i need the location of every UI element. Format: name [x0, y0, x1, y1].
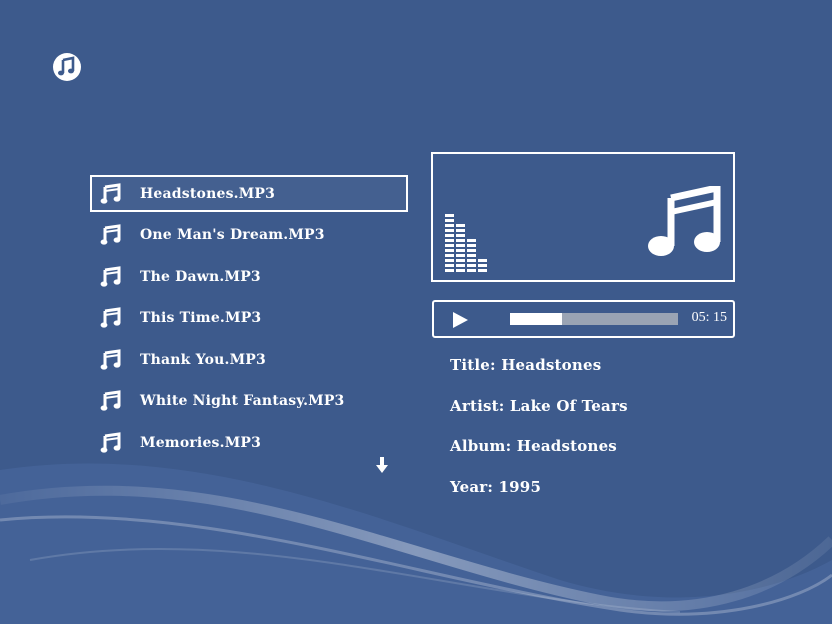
- playlist-item[interactable]: Headstones.MP3: [90, 175, 408, 212]
- player-controls: 05: 15: [432, 300, 735, 338]
- playlist-item[interactable]: One Man's Dream.MP3: [90, 217, 408, 254]
- playlist-item-label: One Man's Dream.MP3: [140, 227, 325, 243]
- track-info: Title: Headstones Artist: Lake Of Tears …: [450, 356, 628, 518]
- playlist-item-label: The Dawn.MP3: [140, 268, 261, 285]
- music-note-icon: [100, 224, 121, 245]
- music-note-icon: [100, 348, 121, 370]
- track-duration: 05: 15: [691, 310, 727, 325]
- playlist-item-label: Thank You.MP3: [140, 351, 266, 368]
- music-note-icon: [100, 265, 121, 287]
- track-year: Year: 1995: [450, 477, 542, 496]
- down-arrow-icon[interactable]: [374, 456, 390, 474]
- music-note-icon: [100, 431, 121, 453]
- music-note-icon: [100, 182, 121, 204]
- playlist-item-label: Memories.MP3: [140, 434, 262, 451]
- playlist-item-label: Headstones.MP3: [140, 185, 276, 202]
- music-note-icon: [100, 390, 121, 411]
- track-album: Album: Headstones: [450, 437, 617, 455]
- music-note-icon: [648, 186, 721, 256]
- track-title: Title: Headstones: [450, 356, 602, 374]
- playlist-item[interactable]: Memories.MP3: [90, 424, 408, 461]
- track-artist: Artist: Lake Of Tears: [450, 396, 628, 415]
- equalizer-icon: [445, 214, 487, 272]
- progress-bar[interactable]: [510, 313, 678, 325]
- playlist-item[interactable]: The Dawn.MP3: [90, 258, 408, 295]
- album-art-panel: [431, 152, 735, 282]
- playlist-item[interactable]: This Time.MP3: [90, 300, 408, 337]
- music-note-icon: [100, 307, 121, 328]
- play-icon[interactable]: [450, 310, 470, 330]
- playlist-item[interactable]: Thank You.MP3: [90, 341, 408, 378]
- playlist-item-label: White Night Fantasy.MP3: [140, 393, 345, 409]
- playlist: Headstones.MP3 One Man's Dream.MP3 The D…: [90, 175, 408, 466]
- playlist-item-label: This Time.MP3: [140, 310, 262, 326]
- playlist-item[interactable]: White Night Fantasy.MP3: [90, 383, 408, 420]
- progress-fill: [510, 313, 563, 325]
- music-note-circle-icon: [53, 53, 81, 81]
